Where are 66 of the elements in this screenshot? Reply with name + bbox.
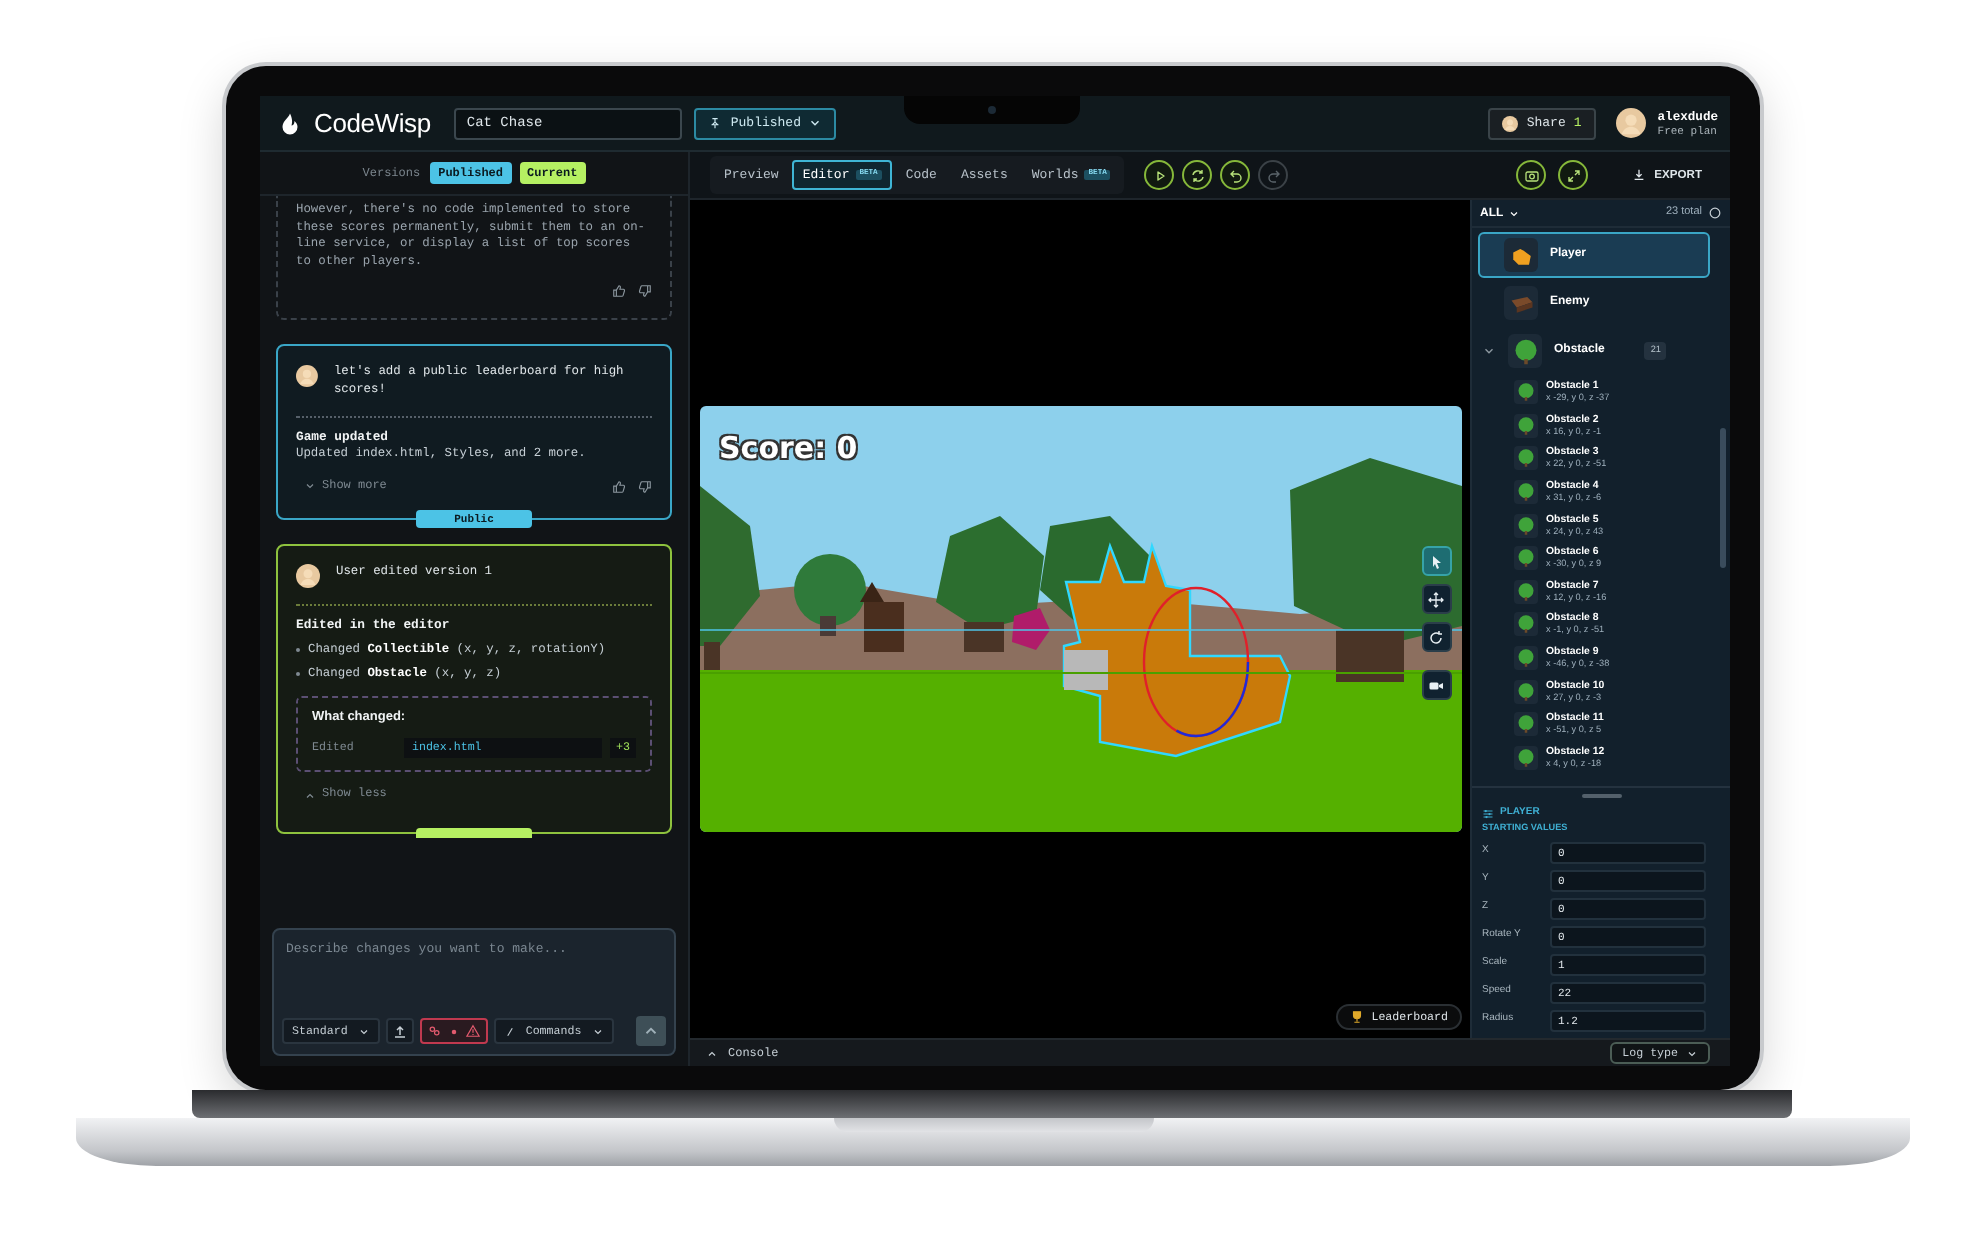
play-button[interactable] [1144,160,1175,190]
caret-icon [357,1025,370,1037]
sliders-icon [1482,807,1494,819]
download-icon [1632,168,1647,182]
tree-icon [1516,448,1536,469]
rotate-icon [1428,629,1444,645]
resize-handle[interactable] [1581,793,1621,797]
avatar-icon [1502,115,1519,131]
tree-icon [1516,648,1536,669]
tree-icon [1516,382,1536,403]
trophy-icon [1349,1010,1364,1024]
pin-icon [708,116,723,130]
camera-tool-button[interactable] [1421,670,1451,700]
tree-icon [1516,515,1536,536]
avatar-icon [296,364,318,389]
play-icon [1151,167,1168,183]
thumbs-up-icon [612,479,626,494]
chevron-up-icon [642,1022,660,1040]
video-camera-icon [1428,677,1444,693]
caret-icon [808,116,823,130]
avatar-icon [296,564,320,589]
redo-icon [1265,167,1282,183]
tree-icon [1516,614,1536,635]
caret-icon [1507,207,1520,219]
pointer-icon [1428,553,1444,569]
sync-button[interactable] [1182,160,1213,190]
camera-icon [1523,167,1540,183]
caret-icon [591,1025,604,1037]
upload-button[interactable] [385,1018,414,1044]
refresh-icon [1708,206,1722,220]
undo-icon [1227,167,1244,183]
camera-icon [988,106,996,114]
tree-icon [1516,415,1536,436]
tree-icon [1511,337,1539,365]
link-icon [427,1024,442,1038]
dot-icon [447,1025,460,1037]
logo-icon [278,111,302,135]
user-avatar-icon [1615,108,1646,138]
warning-icon [465,1024,480,1038]
version-tag-edge [416,827,532,838]
tree-icon [1516,548,1536,569]
tree-icon [1516,681,1536,702]
move-icon [1428,591,1444,607]
thumbs-down-icon [638,284,652,299]
app-name: CodeWisp [314,105,431,142]
score-text: Score: 0 [719,430,858,466]
caret-icon [1686,1047,1698,1059]
select-tool-button[interactable] [1421,546,1451,576]
undo-button[interactable] [1220,160,1251,190]
fullscreen-button[interactable] [1558,160,1589,190]
tree-icon [1516,482,1536,503]
screenshot-button[interactable] [1516,160,1547,190]
scrollbar-thumb[interactable] [1720,428,1726,568]
sync-icon [1189,167,1206,183]
tree-icon [1516,714,1536,735]
thumbs-down-icon [638,479,652,494]
thumbs-up-icon [612,284,626,299]
expand-icon [1565,167,1582,183]
tree-icon [1516,747,1536,768]
send-button[interactable] [636,1016,666,1046]
upload-icon [391,1023,408,1039]
move-tool-button[interactable] [1421,584,1451,614]
rotate-tool-button[interactable] [1421,622,1451,652]
status-button[interactable] [419,1018,488,1044]
slash-icon [503,1025,516,1037]
tree-icon [1516,581,1536,602]
